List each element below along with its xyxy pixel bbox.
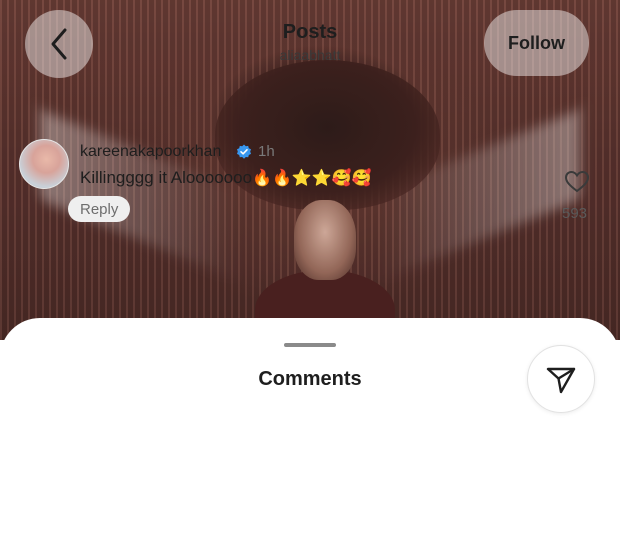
comment-emojis: 🔥🔥⭐⭐🥰🥰 (252, 170, 372, 187)
comment-timestamp: 1h (258, 143, 275, 160)
share-button[interactable] (527, 345, 595, 413)
heart-icon[interactable] (564, 169, 590, 195)
comment-body: Killingggg it Alooooooo (80, 168, 253, 187)
send-icon (546, 367, 576, 394)
commenter-avatar[interactable] (19, 139, 69, 189)
verified-badge-icon (237, 144, 251, 159)
commenter-username[interactable]: kareenakapoorkhan (80, 143, 221, 161)
comments-sheet: Comments (0, 318, 620, 551)
like-count: 593 (562, 205, 588, 222)
drag-handle[interactable] (284, 343, 336, 347)
follow-button[interactable]: Follow (484, 10, 589, 76)
comment-text: Killingggg it Alooooooo🔥🔥⭐⭐🥰🥰 (80, 168, 372, 188)
reply-button[interactable]: Reply (68, 196, 131, 222)
